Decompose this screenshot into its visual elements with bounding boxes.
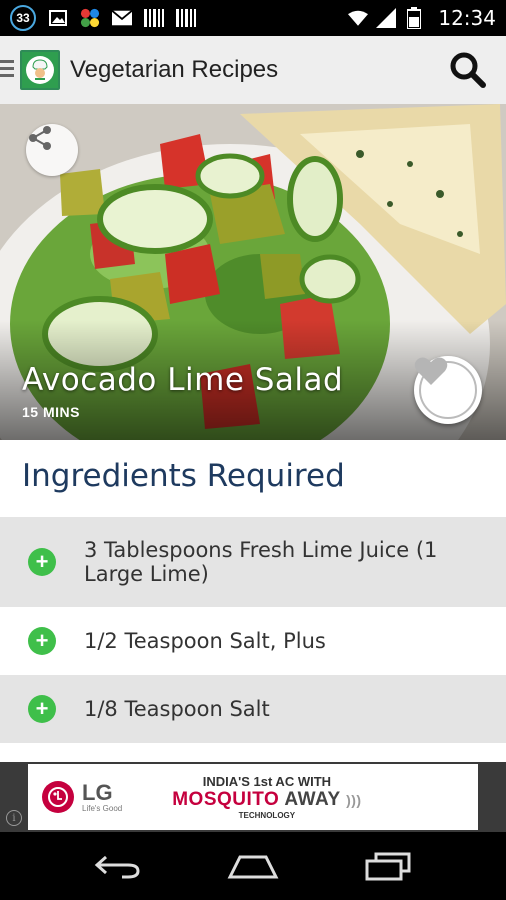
- notification-count-badge: 33: [10, 5, 36, 31]
- ad-line-3: TECHNOLOGY: [238, 811, 296, 820]
- ad-brand: LG: [82, 779, 113, 805]
- ad-area: LG Life's Good INDIA'S 1st AC WITH MOSQU…: [0, 762, 506, 832]
- back-button[interactable]: [88, 846, 148, 886]
- heart-icon: [414, 357, 448, 385]
- add-ingredient-button[interactable]: +: [28, 695, 56, 723]
- recents-icon: [365, 852, 411, 881]
- ad-line-2: MOSQUITO AWAY ))): [172, 789, 361, 811]
- recipe-hero-image: Avocado Lime Salad 15 MINS: [0, 104, 506, 440]
- signal-waves-icon: ))): [346, 792, 362, 808]
- barcode-icon: [144, 8, 164, 28]
- recipe-title: Avocado Lime Salad: [22, 362, 344, 398]
- mail-icon: [112, 8, 132, 28]
- wifi-icon: [348, 8, 369, 28]
- recipe-time: 15 MINS: [22, 404, 80, 420]
- home-button[interactable]: [223, 846, 283, 886]
- favorite-button[interactable]: [414, 356, 482, 424]
- app-bar: Vegetarian Recipes: [0, 36, 506, 104]
- add-ingredient-button[interactable]: +: [28, 627, 56, 655]
- share-icon: [29, 126, 51, 150]
- back-icon: [94, 855, 140, 879]
- system-nav-bar: [0, 832, 506, 900]
- ingredient-text: 3 Tablespoons Fresh Lime Juice (1 Large …: [84, 538, 438, 586]
- app-logo-icon[interactable]: [20, 50, 60, 90]
- ingredient-list: + 3 Tablespoons Fresh Lime Juice (1 Larg…: [0, 517, 506, 743]
- recents-button[interactable]: [358, 846, 418, 886]
- ad-line-2b: AWAY: [284, 789, 341, 810]
- app-title: Vegetarian Recipes: [70, 56, 279, 83]
- battery-icon: [404, 7, 424, 29]
- status-clock: 12:34: [438, 6, 496, 30]
- ingredient-row[interactable]: + 3 Tablespoons Fresh Lime Juice (1 Larg…: [0, 517, 506, 607]
- ingredients-heading: Ingredients Required: [22, 458, 345, 494]
- search-icon[interactable]: [448, 50, 488, 90]
- app-grid-icon: [80, 8, 100, 28]
- ad-tagline: Life's Good: [82, 803, 123, 813]
- lg-logo-icon: [42, 781, 74, 813]
- ad-line-2a: MOSQUITO: [172, 789, 280, 810]
- add-ingredient-button[interactable]: +: [28, 548, 56, 576]
- ad-line-1: INDIA'S 1st AC WITH: [202, 774, 332, 789]
- ingredient-row[interactable]: + 1/8 Teaspoon Salt: [0, 675, 506, 743]
- menu-icon[interactable]: [0, 60, 14, 81]
- share-button[interactable]: [26, 124, 78, 176]
- barcode-icon: [176, 8, 196, 28]
- home-icon: [227, 855, 279, 879]
- ingredient-row[interactable]: + 1/2 Teaspoon Salt, Plus: [0, 607, 506, 675]
- ingredient-text: 1/2 Teaspoon Salt, Plus: [84, 629, 326, 653]
- ad-banner[interactable]: LG Life's Good INDIA'S 1st AC WITH MOSQU…: [28, 764, 478, 830]
- ad-info-icon[interactable]: i: [6, 810, 22, 826]
- ingredient-text: 1/8 Teaspoon Salt: [84, 697, 270, 721]
- signal-icon: [376, 8, 397, 28]
- status-bar: 33 12:34: [0, 0, 506, 36]
- image-icon: [48, 8, 68, 28]
